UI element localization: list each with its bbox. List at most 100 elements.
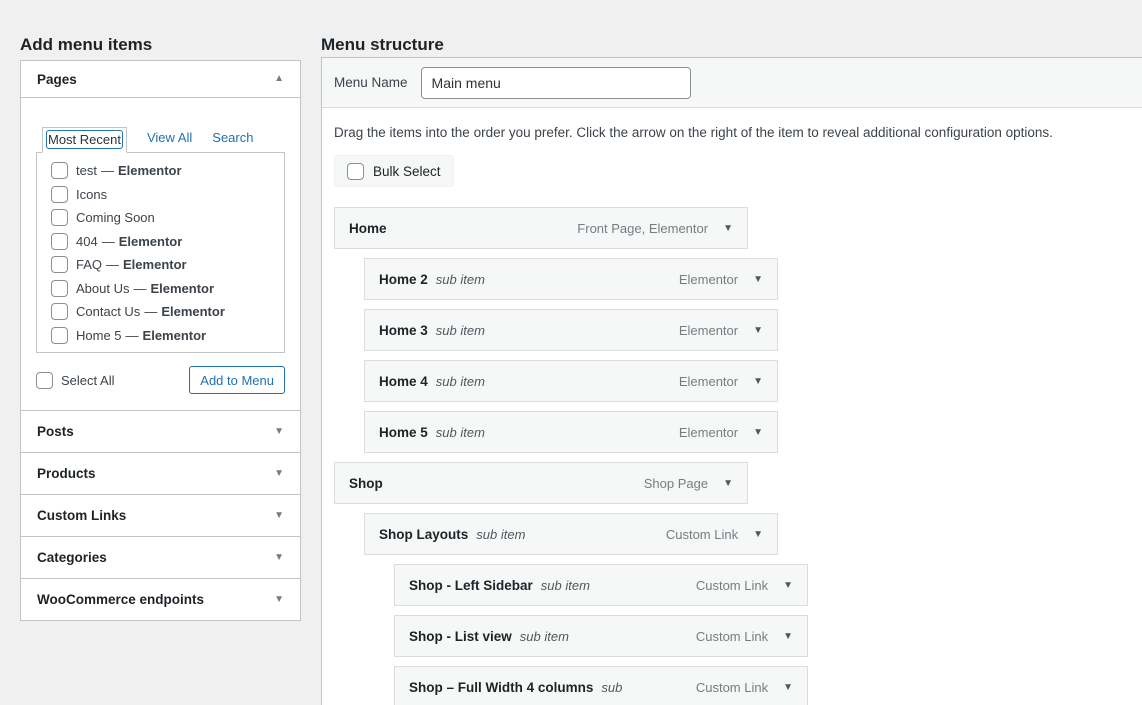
- menu-item-sub-label: sub item: [436, 425, 485, 440]
- page-checklist-item[interactable]: Icons: [37, 183, 284, 207]
- tab-most-recent[interactable]: Most Recent: [42, 127, 127, 153]
- menu-item-type-label: Elementor: [679, 272, 738, 287]
- bulk-select-checkbox[interactable]: [347, 163, 364, 180]
- bulk-select-label: Bulk Select: [373, 164, 441, 179]
- chevron-down-icon[interactable]: ▼: [723, 223, 733, 234]
- drag-instructions: Drag the items into the order you prefer…: [334, 125, 1142, 140]
- checkbox[interactable]: [51, 162, 68, 179]
- menu-item-sub-label: sub item: [436, 374, 485, 389]
- page-checklist-item[interactable]: FAQ—Elementor: [37, 253, 284, 277]
- checkbox[interactable]: [51, 209, 68, 226]
- checkbox[interactable]: [51, 233, 68, 250]
- accordion-section-label: Custom Links: [37, 508, 126, 523]
- menu-item-sub-label: sub item: [476, 527, 525, 542]
- checkbox[interactable]: [51, 280, 68, 297]
- chevron-down-icon[interactable]: ▼: [753, 529, 763, 540]
- menu-item-type-label: Custom Link: [666, 527, 738, 542]
- pages-tabs: Most Recent View All Search: [36, 127, 285, 152]
- tab-search[interactable]: Search: [212, 130, 253, 152]
- accordion-section[interactable]: Posts ▼: [21, 410, 300, 452]
- add-to-menu-button[interactable]: Add to Menu: [189, 366, 285, 394]
- checkbox[interactable]: [51, 186, 68, 203]
- accordion-section-label: Products: [37, 466, 96, 481]
- menu-item-sub-label: sub item: [436, 272, 485, 287]
- page-checklist-item[interactable]: About Us—Elementor: [37, 277, 284, 301]
- menu-item-type-label: Elementor: [679, 323, 738, 338]
- chevron-down-icon[interactable]: ▼: [753, 376, 763, 387]
- menu-item-row[interactable]: Home 5 sub item Elementor ▼: [364, 411, 778, 453]
- select-all-checkbox[interactable]: [36, 372, 53, 389]
- bulk-select-toggle[interactable]: Bulk Select: [334, 155, 454, 187]
- chevron-down-icon[interactable]: ▼: [753, 274, 763, 285]
- menu-item-name: Shop – Full Width 4 columns: [409, 680, 593, 695]
- menu-item-row[interactable]: Shop Layouts sub item Custom Link ▼: [364, 513, 778, 555]
- checkbox[interactable]: [51, 256, 68, 273]
- chevron-down-icon: ▼: [274, 511, 284, 521]
- accordion-section[interactable]: WooCommerce endpoints ▼: [21, 578, 300, 620]
- menu-name-row: Menu Name: [322, 58, 1142, 108]
- accordion-section-pages[interactable]: Pages ▲: [21, 61, 300, 98]
- menu-item-row[interactable]: Home 4 sub item Elementor ▼: [364, 360, 778, 402]
- chevron-down-icon: ▼: [274, 595, 284, 605]
- select-all-row: Select All Add to Menu: [36, 366, 285, 394]
- menu-item-row[interactable]: Home Front Page, Elementor ▼: [334, 207, 748, 249]
- menu-item-type-label: Shop Page: [644, 476, 708, 491]
- menu-item-row[interactable]: Shop - List view sub item Custom Link ▼: [394, 615, 808, 657]
- menu-item-name: Home 4: [379, 374, 428, 389]
- chevron-down-icon: ▼: [274, 427, 284, 437]
- menus-admin-screen: Add menu items Menu structure Pages ▲ Mo…: [0, 0, 1142, 705]
- menu-item-sub-label: sub item: [436, 323, 485, 338]
- menu-item-name: Shop: [349, 476, 383, 491]
- menu-item-type-label: Custom Link: [696, 629, 768, 644]
- accordion-section[interactable]: Custom Links ▼: [21, 494, 300, 536]
- accordion-section-label: Posts: [37, 424, 74, 439]
- page-item-label: Contact Us—Elementor: [76, 304, 225, 319]
- menu-item-name: Shop - Left Sidebar: [409, 578, 533, 593]
- menu-item-row[interactable]: Home 3 sub item Elementor ▼: [364, 309, 778, 351]
- chevron-down-icon[interactable]: ▼: [753, 427, 763, 438]
- menu-items-list: Home Front Page, Elementor ▼ Home 2 sub …: [334, 207, 1142, 705]
- pages-checklist: test—Elementor Icons Coming Soon: [36, 152, 285, 353]
- page-checklist-item[interactable]: Home 5—Elementor: [37, 324, 284, 348]
- page-item-label: 404—Elementor: [76, 234, 182, 249]
- menu-name-input[interactable]: [421, 67, 691, 99]
- menu-item-name: Home 2: [379, 272, 428, 287]
- menu-item-name: Shop - List view: [409, 629, 512, 644]
- menu-structure-heading: Menu structure: [321, 35, 444, 55]
- page-item-label: Icons: [76, 187, 107, 202]
- menu-item-type-label: Custom Link: [696, 578, 768, 593]
- add-menu-items-heading: Add menu items: [20, 35, 152, 55]
- chevron-down-icon[interactable]: ▼: [783, 631, 793, 642]
- menu-item-sub-label: sub item: [541, 578, 590, 593]
- page-checklist-item[interactable]: 404—Elementor: [37, 230, 284, 254]
- menu-name-label: Menu Name: [334, 75, 408, 90]
- menu-item-row[interactable]: Shop - Left Sidebar sub item Custom Link…: [394, 564, 808, 606]
- menu-item-type-label: Elementor: [679, 374, 738, 389]
- accordion-sections: Posts ▼ Products ▼ Custom Links ▼ Catego…: [21, 410, 300, 620]
- chevron-up-icon: ▲: [274, 74, 284, 84]
- page-checklist-item[interactable]: test—Elementor: [37, 159, 284, 183]
- checkbox[interactable]: [51, 303, 68, 320]
- pages-label: Pages: [37, 72, 77, 87]
- chevron-down-icon[interactable]: ▼: [723, 478, 733, 489]
- menu-item-name: Shop Layouts: [379, 527, 468, 542]
- page-checklist-item[interactable]: Coming Soon: [37, 206, 284, 230]
- tab-view-all[interactable]: View All: [147, 130, 192, 152]
- chevron-down-icon[interactable]: ▼: [753, 325, 763, 336]
- page-item-label: FAQ—Elementor: [76, 257, 187, 272]
- menu-structure-panel: Menu Name Drag the items into the order …: [321, 57, 1142, 705]
- menu-item-row[interactable]: Shop – Full Width 4 columns sub Custom L…: [394, 666, 808, 705]
- page-checklist-item[interactable]: Contact Us—Elementor: [37, 300, 284, 324]
- checkbox[interactable]: [51, 327, 68, 344]
- chevron-down-icon: ▼: [274, 469, 284, 479]
- menu-item-row[interactable]: Shop Shop Page ▼: [334, 462, 748, 504]
- chevron-down-icon[interactable]: ▼: [783, 580, 793, 591]
- accordion-section[interactable]: Products ▼: [21, 452, 300, 494]
- add-menu-items-panel: Pages ▲ Most Recent View All Search test…: [20, 60, 301, 621]
- accordion-section[interactable]: Categories ▼: [21, 536, 300, 578]
- page-item-label: test—Elementor: [76, 163, 182, 178]
- menu-item-type-label: Elementor: [679, 425, 738, 440]
- chevron-down-icon[interactable]: ▼: [783, 682, 793, 693]
- menu-item-row[interactable]: Home 2 sub item Elementor ▼: [364, 258, 778, 300]
- menu-item-sub-label: sub item: [520, 629, 569, 644]
